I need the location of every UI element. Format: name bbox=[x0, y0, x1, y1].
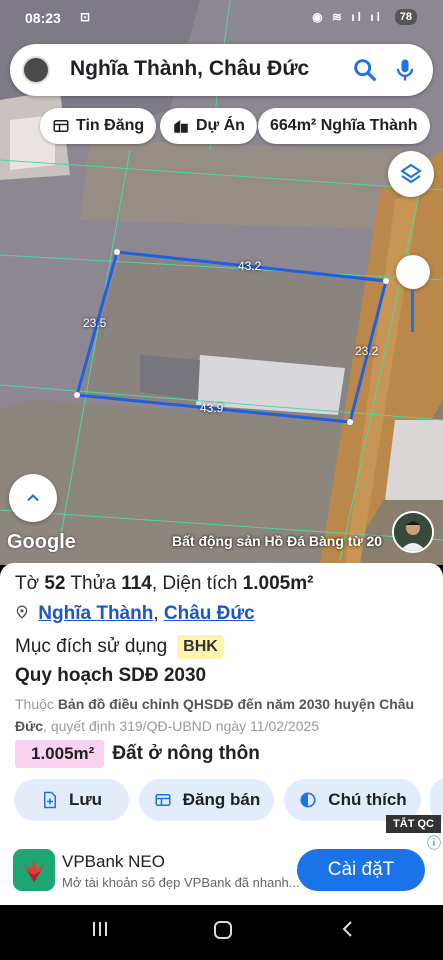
zone-area-pill: 1.005m² bbox=[15, 740, 105, 768]
battery-icon: 78 bbox=[394, 9, 417, 25]
building-icon bbox=[174, 120, 188, 133]
back-icon[interactable] bbox=[338, 919, 358, 944]
install-button[interactable]: Cài đặT bbox=[297, 849, 425, 891]
microphone-icon[interactable] bbox=[391, 56, 419, 84]
signal-icons: ◉ ≋ ıl ıl bbox=[312, 10, 383, 24]
purpose-label: Mục đích sử dụng bbox=[15, 636, 168, 657]
post-sale-label: Đăng bán bbox=[182, 790, 261, 809]
post-sale-button[interactable]: Đăng bán bbox=[139, 779, 274, 821]
save-label: Lưu bbox=[68, 790, 103, 809]
ad-title: VPBank NEO bbox=[62, 852, 165, 871]
chip-du-an[interactable]: Dự Án bbox=[160, 108, 257, 144]
chevron-up-icon bbox=[27, 494, 39, 502]
chip-tin-dang[interactable]: Tin Đăng bbox=[40, 108, 157, 144]
ad-banner[interactable]: TẮT QC VPBank NEO Mở tài khoản số đẹp VP… bbox=[0, 815, 443, 905]
attribution-avatar[interactable] bbox=[392, 511, 434, 553]
district-link[interactable]: Châu Đức bbox=[164, 603, 255, 624]
chip-label: Dự Án bbox=[196, 117, 245, 134]
plan-decision: , quyết định 319/QĐ-UBND ngày 11/02/2025 bbox=[43, 718, 320, 734]
edge-length-top: 43.2 bbox=[238, 259, 262, 273]
location-pin-icon bbox=[16, 605, 28, 619]
purpose-row: Mục đích sử dụng BHK bbox=[15, 635, 224, 659]
location-row: Nghĩa Thành, Châu Đức bbox=[15, 603, 255, 625]
search-bar[interactable]: Nghĩa Thành, Châu Đức bbox=[10, 44, 433, 96]
edge-length-right: 23.2 bbox=[355, 344, 379, 358]
status-bar: 08:23 ⊡ ◉ ≋ ıl ıl 78 bbox=[0, 0, 443, 36]
parcel-info-sheet[interactable]: Tờ 52 Thửa 114, Diện tích 1.005m² Nghĩa … bbox=[0, 563, 443, 833]
home-icon[interactable] bbox=[212, 919, 234, 946]
chip-label: 664m² Nghĩa Thành bbox=[270, 117, 418, 134]
google-logo: Google bbox=[7, 531, 76, 553]
parcel-number: 114 bbox=[121, 573, 152, 594]
area-value: 1.005m² bbox=[242, 573, 314, 594]
vpbank-flower-icon bbox=[24, 860, 44, 882]
chip-label: Tin Đăng bbox=[76, 117, 145, 134]
status-time: 08:23 bbox=[25, 10, 61, 26]
parcel-label: Thửa bbox=[70, 573, 116, 594]
zone-type: Đất ở nông thôn bbox=[112, 743, 260, 764]
recent-apps-icon[interactable] bbox=[90, 919, 110, 944]
location-separator: , bbox=[153, 603, 159, 624]
edge-length-bottom: 43.9 bbox=[200, 401, 224, 415]
ad-info-icon[interactable]: ⓘ bbox=[427, 833, 441, 853]
notification-icons: ⊡ bbox=[80, 10, 93, 24]
layers-button[interactable] bbox=[388, 151, 434, 197]
zone-row: 1.005m² Đất ở nông thôn bbox=[15, 740, 260, 768]
avatar[interactable] bbox=[22, 56, 50, 84]
parcel-summary: Tờ 52 Thửa 114, Diện tích 1.005m² bbox=[15, 573, 314, 594]
map-attribution[interactable]: Bất động sản Hồ Đá Bàng từ 20 bbox=[172, 533, 382, 549]
plan-prefix: Thuộc bbox=[15, 696, 54, 712]
search-icon[interactable] bbox=[351, 56, 379, 84]
edge-length-left: 23.5 bbox=[83, 316, 107, 330]
close-ad-button[interactable]: TẮT QC bbox=[386, 815, 441, 833]
contrast-icon bbox=[300, 792, 316, 808]
expand-sheet-button[interactable] bbox=[9, 474, 57, 522]
area-label: Diện tích bbox=[162, 573, 238, 594]
add-document-icon bbox=[43, 791, 56, 809]
purpose-badge[interactable]: BHK bbox=[177, 635, 224, 659]
sheet-label: Tờ bbox=[15, 573, 40, 594]
person-photo bbox=[394, 513, 432, 551]
newspaper-icon bbox=[155, 794, 171, 806]
newspaper-icon bbox=[53, 120, 69, 132]
opacity-slider-handle[interactable] bbox=[396, 255, 430, 289]
vpbank-logo bbox=[13, 849, 55, 891]
sheet-number: 52 bbox=[44, 573, 66, 594]
ad-description: Mở tài khoản số đẹp VPBank đã nhanh... bbox=[62, 875, 300, 890]
opacity-slider-track[interactable] bbox=[411, 290, 414, 332]
plan-title: Quy hoạch SDĐ 2030 bbox=[15, 665, 207, 686]
system-nav-bar bbox=[0, 905, 443, 960]
plan-description: Thuộc Bản đồ điều chỉnh QHSDĐ đến năm 20… bbox=[15, 693, 435, 737]
legend-label: Chú thích bbox=[328, 790, 407, 809]
commune-link[interactable]: Nghĩa Thành bbox=[38, 603, 153, 624]
save-button[interactable]: Lưu bbox=[14, 779, 129, 821]
chip-parcel[interactable]: 664m² Nghĩa Thành bbox=[258, 108, 430, 144]
search-query[interactable]: Nghĩa Thành, Châu Đức bbox=[70, 57, 309, 81]
layers-icon bbox=[400, 163, 422, 184]
